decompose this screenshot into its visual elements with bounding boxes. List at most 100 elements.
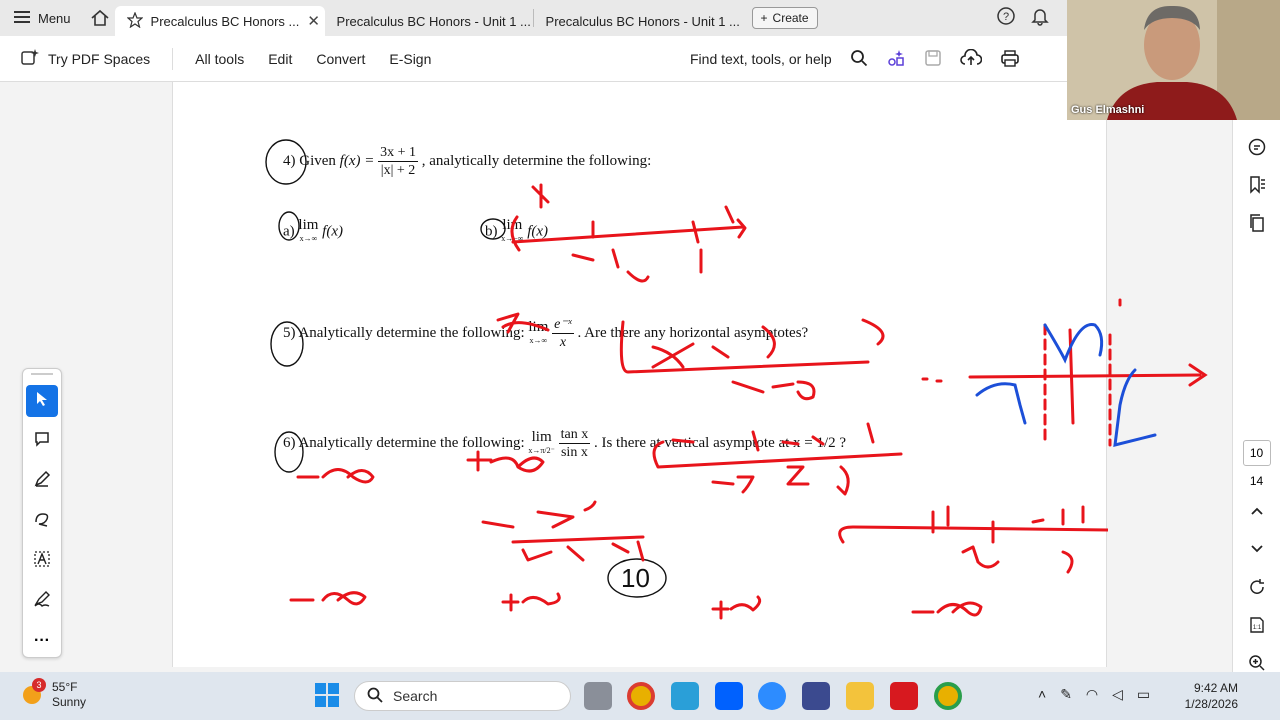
rail-spacer (1233, 242, 1280, 432)
print-icon[interactable] (1000, 49, 1020, 70)
save-icon[interactable] (924, 49, 942, 70)
q6-question: . Is there at vertical asymptote at x = … (593, 434, 847, 451)
q4-denominator: |x| + 2 (380, 163, 416, 178)
task-view-icon[interactable] (584, 682, 612, 710)
neg-infinity-ink (289, 591, 367, 606)
volume-icon[interactable]: ◁ (1112, 686, 1123, 703)
chrome-profile-icon[interactable] (934, 682, 962, 710)
lim-subscript: x→−∞ (501, 234, 524, 243)
ai-assistant-icon[interactable] (886, 48, 906, 71)
pdf-spaces-button[interactable]: Try PDF Spaces (0, 47, 162, 70)
draw-tool-button[interactable] (26, 505, 58, 537)
select-tool-button[interactable] (26, 385, 58, 417)
chevron-down-icon[interactable] (1233, 530, 1280, 568)
comment-tool-button[interactable] (26, 425, 58, 457)
all-tools-menu[interactable]: All tools (183, 51, 256, 67)
clock-time: 9:42 AM (1193, 681, 1238, 695)
q6-denominator: sin x (560, 445, 588, 460)
chrome-icon[interactable] (627, 682, 655, 710)
graph-sketch-ink (921, 298, 1208, 447)
tabbar-actions: ? (996, 6, 1050, 29)
find-label[interactable]: Find text, tools, or help (690, 51, 832, 67)
clock-date: 1/28/2026 (1184, 697, 1238, 711)
page-number-input[interactable]: 10 (1242, 440, 1271, 466)
pdf-spaces-label: Try PDF Spaces (48, 50, 151, 67)
q5-numerator: e⁻ˣ (552, 317, 574, 334)
right-rail: 10 14 1:1 (1232, 120, 1280, 709)
create-button[interactable]: + Create (751, 7, 818, 29)
wifi-icon[interactable]: ◠ (1086, 686, 1098, 703)
q4a-limit: lim x→∞ (298, 218, 318, 246)
menu-label: Menu (38, 10, 71, 26)
acrobat-icon[interactable] (890, 682, 918, 710)
file-explorer-icon[interactable] (846, 682, 874, 710)
q4b-expression: f(x) (527, 223, 549, 240)
temperature: 55°F (52, 680, 78, 694)
pages-icon[interactable] (1233, 204, 1280, 242)
remote-desktop-icon[interactable] (671, 682, 699, 710)
ellipsis-icon: ··· (34, 632, 50, 649)
q4-text-post: , analytically determine the following: (421, 152, 652, 169)
chevron-up-icon[interactable]: ˄ (1038, 686, 1046, 703)
chevron-up-icon[interactable] (1233, 492, 1280, 530)
bell-icon[interactable] (1030, 6, 1050, 29)
windows-start-icon[interactable] (314, 682, 342, 710)
q6-number: 6) (283, 434, 296, 451)
search-icon[interactable] (850, 49, 868, 70)
annotation-toolbar: ··· (22, 368, 62, 658)
page-total: 14 (1249, 474, 1264, 488)
fit-page-icon[interactable]: 1:1 (1233, 606, 1280, 644)
help-icon[interactable]: ? (996, 6, 1016, 29)
q4-text-pre: Given (299, 152, 336, 169)
pen-tray-icon[interactable]: ✎ (1060, 686, 1072, 703)
close-icon[interactable]: ✕ (307, 12, 320, 30)
clock[interactable]: 9:42 AM 1/28/2026 (1180, 680, 1238, 712)
lim-word: lim (502, 217, 523, 233)
onenote-icon[interactable] (802, 682, 830, 710)
question-4a: a) lim x→∞ f(x) (283, 218, 343, 246)
comment-panel-icon[interactable] (1233, 128, 1280, 166)
bookmark-icon[interactable] (1233, 166, 1280, 204)
freehand-icon (33, 510, 51, 533)
star-icon[interactable] (125, 10, 144, 31)
taskbar-search[interactable]: Search (354, 681, 571, 711)
cursor-icon (35, 391, 49, 412)
q4a-label: a) (283, 223, 295, 240)
pen-icon (33, 470, 51, 493)
question-5: 5) Analytically determine the following:… (283, 316, 808, 351)
lim-subscript: x→∞ (299, 234, 318, 243)
esign-menu[interactable]: E-Sign (377, 51, 443, 67)
lim-word: lim (528, 318, 549, 335)
upload-icon[interactable] (959, 48, 982, 70)
weather-widget[interactable]: 3 55°F Sunny (20, 677, 86, 710)
comment-icon (33, 430, 51, 453)
q4-fraction: 3x + 1 |x| + 2 (378, 144, 419, 179)
q6-fraction: tan x sin x (558, 426, 591, 461)
tab-unit1-a[interactable]: Precalculus BC Honors - Unit 1 ... (325, 6, 533, 36)
text-tool-button[interactable] (26, 545, 58, 577)
q5-limit: lim x→∞ (528, 318, 549, 348)
convert-menu[interactable]: Convert (304, 51, 377, 67)
drag-handle[interactable] (31, 373, 53, 377)
svg-text:1:1: 1:1 (1253, 625, 1262, 631)
fraction-bar-ink (511, 535, 645, 544)
refresh-icon[interactable] (1233, 568, 1280, 606)
home-icon[interactable] (85, 0, 115, 36)
svg-text:?: ? (1003, 11, 1009, 23)
highlight-tool-button[interactable] (26, 465, 58, 497)
battery-icon[interactable]: ▭ (1137, 686, 1150, 703)
search-label: Search (393, 688, 438, 704)
circle-10-ink (607, 558, 667, 598)
tab-unit1-b[interactable]: Precalculus BC Honors - Unit 1 ... (534, 6, 742, 36)
sign-tool-button[interactable] (26, 585, 58, 617)
dropbox-icon[interactable] (715, 682, 743, 710)
q5-denominator: x (559, 335, 567, 350)
menu-button[interactable]: Menu (0, 0, 85, 36)
q4a-expression: f(x) (322, 223, 343, 240)
edit-menu[interactable]: Edit (256, 51, 304, 67)
tab-active[interactable]: Precalculus BC Honors ... ✕ (114, 6, 325, 36)
zoom-icon[interactable] (758, 682, 786, 710)
more-tools-button[interactable]: ··· (26, 625, 58, 657)
q5-number: 5) (283, 324, 296, 341)
q6-limit: lim x→π/2⁻ (528, 429, 554, 458)
